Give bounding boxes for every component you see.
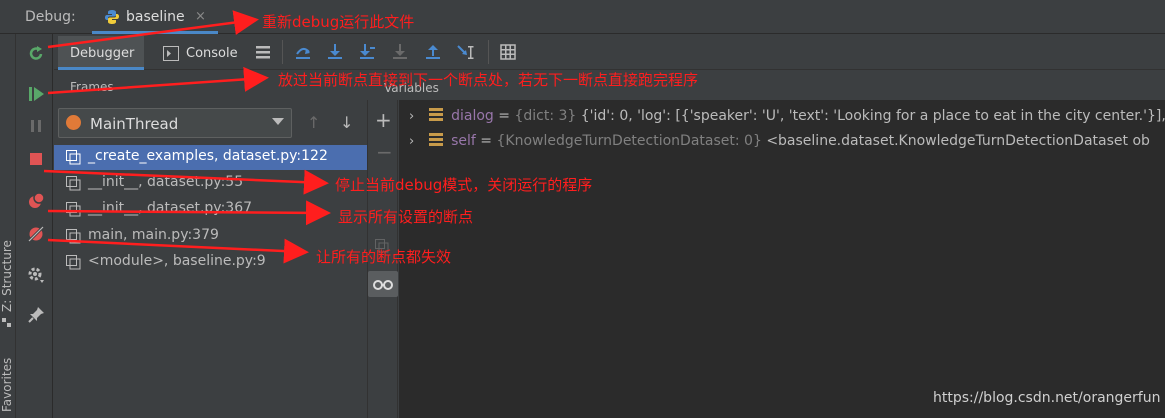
variable-type: {KnowledgeTurnDetectionDataset: 0}: [496, 133, 762, 149]
object-variable-icon: [428, 133, 443, 146]
variable-type: {dict: 3}: [514, 108, 577, 124]
view-breakpoints-icon[interactable]: [26, 191, 46, 211]
evaluate-expression-icon[interactable]: [499, 43, 517, 61]
menu-icon[interactable]: [254, 43, 272, 61]
pause-program-icon[interactable]: [26, 116, 46, 136]
variable-value: <baseline.dataset.KnowledgeTurnDetection…: [766, 133, 1150, 149]
force-step-into-icon[interactable]: [391, 43, 409, 61]
mute-breakpoints-icon[interactable]: [26, 224, 46, 244]
annotation-view-breakpoints: 显示所有设置的断点: [338, 208, 474, 226]
python-icon: [105, 10, 119, 24]
step-over-icon[interactable]: [294, 43, 312, 61]
tab-close-icon[interactable]: ×: [195, 9, 206, 24]
favorites-tool-button[interactable]: Favorites: [0, 358, 14, 412]
stack-frame-icon: [66, 255, 81, 270]
frames-list: _create_examples, dataset.py:122 __init_…: [54, 145, 367, 418]
debug-label: Debug:: [25, 9, 76, 25]
annotation-rerun: 重新debug运行此文件: [262, 13, 415, 31]
step-into-my-code-icon[interactable]: [358, 43, 376, 61]
resume-program-icon[interactable]: [26, 84, 46, 104]
chevron-down-icon: [272, 118, 284, 125]
frame-down-arrow-icon[interactable]: ↓: [340, 113, 353, 132]
expand-chevron-icon[interactable]: ›: [409, 109, 414, 124]
thread-select-value: MainThread: [90, 115, 179, 133]
console-icon: [163, 46, 179, 61]
settings-gear-icon[interactable]: [26, 265, 46, 285]
stack-frame-icon: [66, 176, 81, 191]
frame-up-arrow-icon[interactable]: ↑: [307, 113, 320, 132]
glasses-icon: [373, 280, 393, 290]
frame-label: <module>, baseline.py:9: [88, 253, 266, 269]
variable-row-self[interactable]: › self = {KnowledgeTurnDetectionDataset:…: [409, 133, 1150, 157]
annotation-stop: 停止当前debug模式，关闭运行的程序: [335, 176, 593, 194]
variable-row-dialog[interactable]: › dialog = {dict: 3} {'id': 0, 'log': [{…: [409, 108, 1165, 132]
variable-value: {'id': 0, 'log': [{'speaker': 'U', 'text…: [580, 108, 1165, 124]
thread-status-icon: [66, 115, 81, 130]
stack-frame-icon: [66, 202, 81, 217]
toolbar-separator: [282, 40, 283, 64]
stop-icon[interactable]: [26, 149, 46, 169]
stack-frame-icon: [66, 150, 81, 165]
expand-chevron-icon[interactable]: ›: [409, 134, 414, 149]
structure-tool-button[interactable]: Z: Structure: [0, 240, 14, 312]
step-out-icon[interactable]: [424, 43, 442, 61]
structure-icon: [2, 318, 11, 327]
stack-frame-icon: [66, 229, 81, 244]
watermark: https://blog.csdn.net/orangerfun: [933, 390, 1161, 406]
tab-debugger-label: Debugger: [70, 46, 135, 61]
frame-row-init-55[interactable]: __init__, dataset.py:55: [54, 171, 367, 196]
variables-tree: › dialog = {dict: 3} {'id': 0, 'log': [{…: [399, 100, 1165, 418]
frame-label: __init__, dataset.py:367: [88, 200, 253, 216]
rerun-icon[interactable]: [26, 44, 46, 64]
dict-variable-icon: [428, 108, 443, 121]
tab-console-label[interactable]: Console: [186, 46, 238, 61]
frame-label: __init__, dataset.py:55: [88, 174, 244, 190]
frame-label: _create_examples, dataset.py:122: [88, 148, 328, 164]
variable-equals: =: [480, 133, 497, 149]
new-watch-plus-icon[interactable]: +: [375, 108, 392, 132]
variable-name: dialog: [451, 108, 494, 124]
annotation-mute-breakpoints: 让所有的断点都失效: [316, 248, 452, 266]
tab-label: baseline: [126, 9, 185, 25]
step-into-icon[interactable]: [326, 43, 344, 61]
variable-equals: =: [498, 108, 515, 124]
frame-row-init-367[interactable]: __init__, dataset.py:367: [54, 197, 367, 222]
toolbar-separator: [488, 40, 489, 64]
remove-watch-minus-icon[interactable]: −: [376, 140, 393, 164]
show-values-inline-glasses-icon[interactable]: [368, 271, 398, 297]
frame-label: main, main.py:379: [88, 227, 219, 243]
frames-header: Frames: [70, 80, 114, 94]
variable-name: self: [451, 133, 476, 149]
run-to-cursor-icon[interactable]: [457, 43, 475, 61]
frame-row-create-examples[interactable]: _create_examples, dataset.py:122: [54, 145, 367, 170]
annotation-resume: 放过当前断点直接到下一个断点处，若无下一断点直接跑完程序: [278, 71, 699, 89]
pin-tab-icon[interactable]: [26, 305, 46, 325]
